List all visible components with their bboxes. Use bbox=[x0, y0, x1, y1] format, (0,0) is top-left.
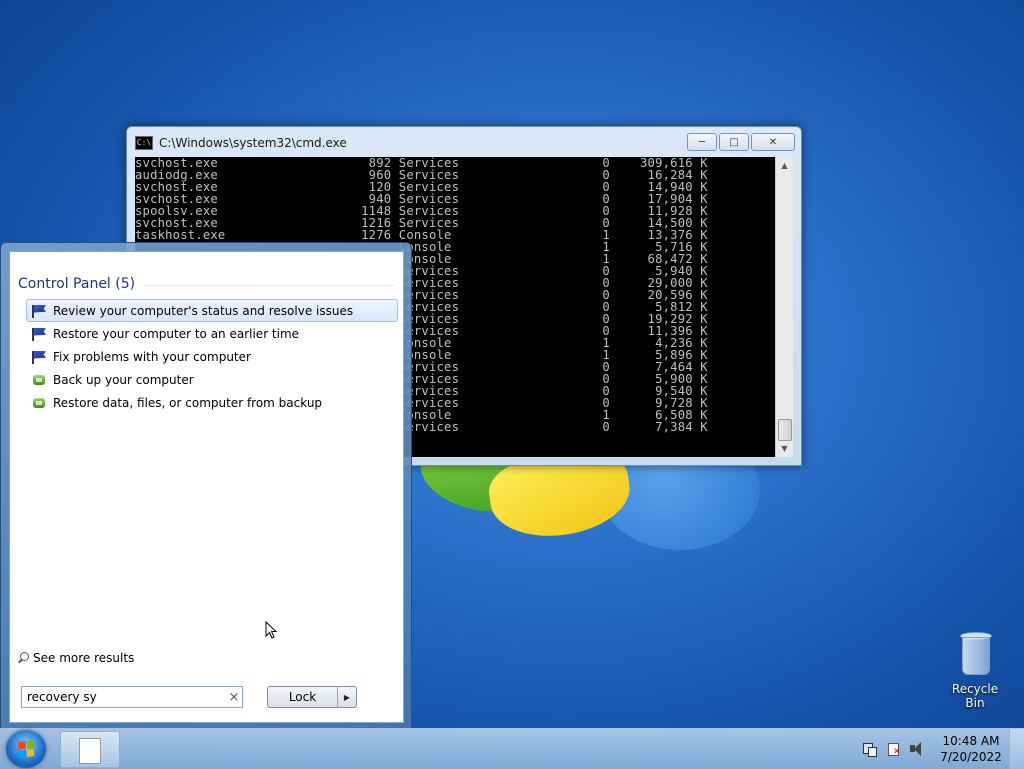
clear-search-icon[interactable]: × bbox=[226, 690, 242, 705]
clock-date: 7/20/2022 bbox=[940, 750, 1002, 764]
clock-time: 10:48 AM bbox=[942, 734, 1000, 748]
minimize-button[interactable]: ─ bbox=[687, 133, 717, 151]
recycle-bin-shortcut[interactable]: Recycle Bin bbox=[942, 630, 1008, 710]
action-center-flag-icon bbox=[31, 327, 47, 341]
scroll-thumb[interactable] bbox=[778, 419, 792, 441]
action-center-flag-icon bbox=[31, 304, 47, 318]
maximize-button[interactable]: □ bbox=[719, 133, 749, 151]
taskbar: 10:48 AM 7/20/2022 bbox=[0, 728, 1024, 769]
result-back-up[interactable]: Back up your computer bbox=[26, 368, 398, 391]
show-desktop-button[interactable] bbox=[1009, 729, 1024, 769]
scroll-down-arrow-icon[interactable]: ▼ bbox=[776, 440, 793, 457]
result-review-status[interactable]: Review your computer's status and resolv… bbox=[26, 299, 398, 322]
system-tray: 10:48 AM 7/20/2022 bbox=[857, 729, 1024, 769]
result-list: Review your computer's status and resolv… bbox=[26, 299, 398, 414]
start-menu: Control Panel (5) Review your computer's… bbox=[0, 242, 412, 730]
document-icon bbox=[79, 738, 101, 764]
search-input-value: recovery sy bbox=[27, 690, 97, 704]
search-icon bbox=[17, 652, 29, 664]
clock[interactable]: 10:48 AM 7/20/2022 bbox=[933, 733, 1009, 765]
results-group-heading[interactable]: Control Panel (5) bbox=[18, 276, 135, 292]
network-icon[interactable] bbox=[861, 741, 877, 757]
cmd-window-title: C:\Windows\system32\cmd.exe bbox=[159, 136, 347, 150]
lock-button-label: Lock bbox=[288, 690, 317, 704]
lock-button[interactable]: Lock ▶ bbox=[267, 686, 357, 708]
result-label: Restore data, files, or computer from ba… bbox=[53, 395, 323, 410]
cmd-app-icon: C:\ bbox=[135, 136, 153, 150]
see-more-results-link[interactable]: See more results bbox=[17, 651, 134, 665]
result-label: Restore your computer to an earlier time bbox=[53, 326, 300, 341]
action-center-flag-icon bbox=[31, 350, 47, 364]
result-fix-problems[interactable]: Fix problems with your computer bbox=[26, 345, 398, 368]
backup-restore-icon bbox=[31, 373, 47, 387]
result-restore-data[interactable]: Restore data, files, or computer from ba… bbox=[26, 391, 398, 414]
windows-logo-icon bbox=[18, 740, 34, 758]
scroll-up-arrow-icon[interactable]: ▲ bbox=[776, 157, 793, 174]
shutdown-options-arrow-icon[interactable]: ▶ bbox=[337, 687, 356, 707]
start-search-input[interactable]: recovery sy × bbox=[21, 686, 243, 708]
heading-divider bbox=[144, 285, 394, 286]
volume-icon[interactable] bbox=[909, 741, 925, 757]
cmd-titlebar[interactable]: C:\ C:\Windows\system32\cmd.exe bbox=[135, 133, 347, 153]
window-controls: ─ □ ✕ bbox=[687, 133, 795, 151]
cmd-scrollbar[interactable]: ▲ ▼ bbox=[775, 157, 793, 457]
backup-restore-icon bbox=[31, 396, 47, 410]
recycle-bin-label: Recycle Bin bbox=[951, 682, 999, 710]
recycle-bin-icon bbox=[958, 630, 992, 676]
start-button[interactable] bbox=[6, 730, 46, 768]
result-label: Back up your computer bbox=[53, 372, 194, 387]
result-label: Fix problems with your computer bbox=[53, 349, 251, 364]
taskbar-cmd-button[interactable] bbox=[60, 731, 120, 768]
action-center-alert-icon[interactable] bbox=[885, 741, 901, 757]
result-restore-earlier-time[interactable]: Restore your computer to an earlier time bbox=[26, 322, 398, 345]
mouse-cursor-icon bbox=[265, 621, 277, 639]
result-label: Review your computer's status and resolv… bbox=[53, 303, 354, 318]
close-button[interactable]: ✕ bbox=[751, 133, 795, 151]
see-more-label: See more results bbox=[33, 651, 135, 665]
